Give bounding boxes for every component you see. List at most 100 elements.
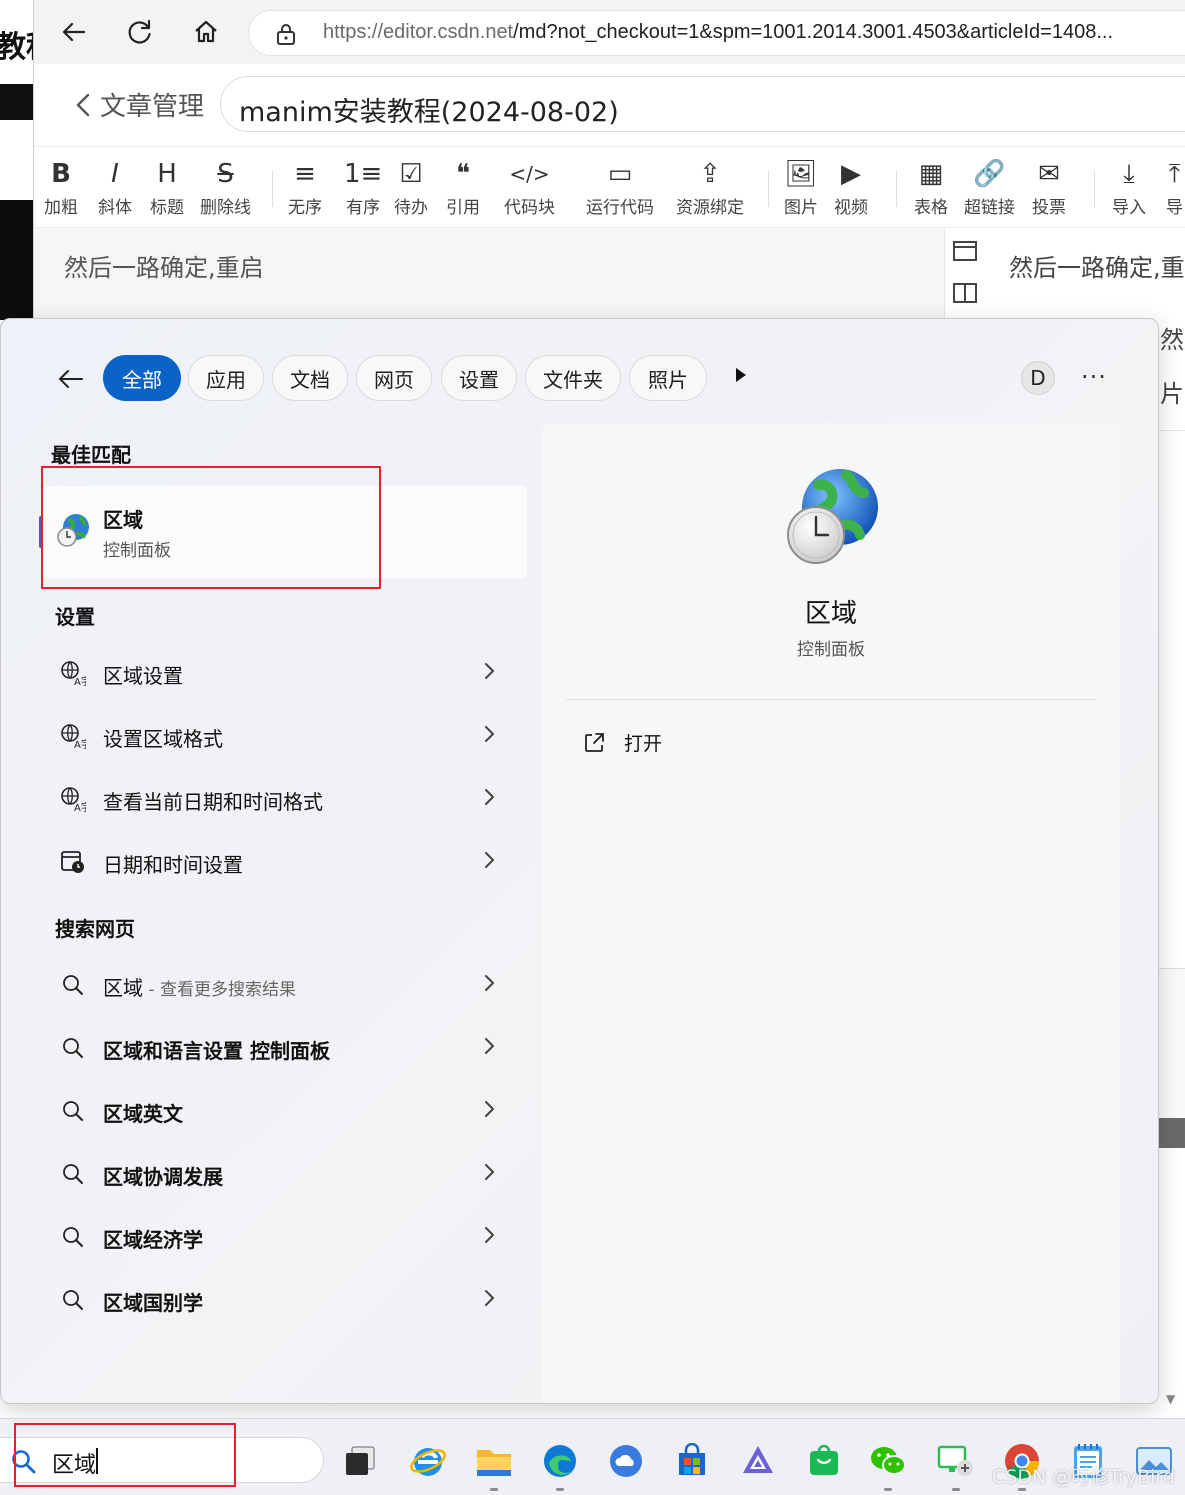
toolbar-button[interactable]: ⤒ 导	[1166, 157, 1183, 219]
web-search-result[interactable]: 区域英文	[43, 1083, 527, 1139]
filter-chip[interactable]: 设置	[441, 355, 517, 401]
toolbar-label: 加粗	[44, 198, 78, 218]
toolbar-label: 斜体	[98, 198, 132, 218]
back-arrow-icon[interactable]	[56, 14, 92, 50]
web-search-result[interactable]: 区域和语言设置 控制面板	[43, 1020, 527, 1076]
settings-result-label: 查看当前日期和时间格式	[103, 790, 323, 814]
url-text: https://editor.csdn.net/md?not_checkout=…	[323, 21, 1113, 44]
scroll-down-icon[interactable]: ▼	[1166, 1392, 1175, 1406]
chevron-right-icon	[483, 724, 495, 749]
toolbar-button[interactable]: 🔗 超链接	[964, 157, 1015, 218]
home-icon[interactable]	[188, 14, 224, 50]
open-external-icon	[585, 732, 604, 752]
filter-chip[interactable]: 文件夹	[525, 355, 621, 401]
toolbar-button[interactable]: ▭ 运行代码	[586, 157, 654, 218]
toolbar-icon: ▦	[918, 159, 944, 189]
filter-chip[interactable]: 应用	[188, 355, 264, 401]
settings-result[interactable]: A字 设置区域格式	[43, 708, 527, 764]
lock-icon[interactable]	[275, 22, 297, 50]
vs-icon[interactable]	[738, 1441, 778, 1481]
toolbar-button[interactable]: ▦ 表格	[914, 157, 948, 218]
toolbar-button[interactable]: ✉ 投票	[1032, 157, 1066, 218]
settings-result[interactable]: A字 区域设置	[43, 645, 527, 701]
search-icon	[59, 1223, 87, 1251]
toolbar-button[interactable]: </> 代码块	[504, 157, 555, 218]
detail-divider	[566, 699, 1096, 700]
single-column-icon[interactable]	[953, 240, 977, 262]
chevron-right-icon	[483, 973, 495, 998]
article-management-link[interactable]: 文章管理	[74, 86, 204, 123]
filter-chip[interactable]: 照片	[629, 355, 707, 401]
toolbar-label: 标题	[150, 198, 184, 218]
editor-content[interactable]: 然后一路确定,重启	[34, 228, 944, 320]
remote-icon[interactable]	[936, 1441, 976, 1491]
ie-icon[interactable]	[408, 1441, 448, 1481]
web-search-result[interactable]: 区域国别学	[43, 1272, 527, 1328]
user-avatar[interactable]: D	[1021, 361, 1055, 395]
url-path: /md?not_checkout=1&spm=1001.2014.3001.45…	[513, 21, 1114, 43]
background-window-left: 教程	[0, 0, 34, 320]
article-title-text: manim安装教程(2024-08-02)	[239, 97, 619, 128]
toolbar-icon: ✉	[1038, 159, 1060, 189]
background-text-fragment-1: 然后一路确定,重	[1160, 326, 1185, 354]
web-result-label: 区域国别学	[103, 1291, 203, 1315]
settings-result[interactable]: A字 查看当前日期和时间格式	[43, 771, 527, 827]
running-indicator	[884, 1488, 892, 1491]
preview-pane: 然后一路确定,重	[944, 228, 1185, 320]
open-action[interactable]: 打开	[582, 729, 662, 756]
article-management-label: 文章管理	[100, 92, 205, 122]
toolbar-button[interactable]: 1≡ 有序	[344, 157, 382, 218]
wechat-icon[interactable]	[868, 1441, 908, 1491]
filter-chip[interactable]: 全部	[103, 355, 181, 401]
toolbar-icon: 🔗	[973, 159, 1006, 189]
toolbar-icon: ≡	[294, 159, 316, 189]
task-view-icon[interactable]	[340, 1441, 380, 1481]
toolbar-button[interactable]: I 斜体	[98, 157, 132, 218]
cloud-icon[interactable]	[606, 1441, 646, 1481]
search-back-icon[interactable]	[53, 361, 89, 397]
start-search-panel: 全部应用文档网页设置文件夹照片 D ··· 最佳匹配 区域 控制面板 设置 A字…	[0, 318, 1159, 1404]
settings-result-label: 设置区域格式	[103, 727, 223, 751]
web-search-result[interactable]: 区域 - 查看更多搜索结果	[43, 957, 527, 1013]
background-dark-bar	[1158, 1118, 1185, 1148]
background-dark-block	[0, 84, 33, 120]
toolbar-button[interactable]: ≡ 无序	[288, 157, 322, 218]
region-globe-icon-large	[782, 467, 882, 571]
edge-icon[interactable]	[540, 1441, 580, 1491]
toolbar-button[interactable]: H 标题	[150, 157, 184, 218]
store-icon[interactable]	[672, 1441, 712, 1481]
settings-result[interactable]: 日期和时间设置	[43, 834, 527, 890]
address-bar[interactable]: https://editor.csdn.net/md?not_checkout=…	[248, 10, 1185, 56]
toolbar-button[interactable]: B 加粗	[44, 157, 78, 218]
toolbar-button[interactable]: ⤓ 导入	[1112, 157, 1146, 219]
split-view-icon[interactable]	[953, 282, 977, 304]
reload-icon[interactable]	[122, 14, 158, 50]
toolbar-button[interactable]: ⇪ 资源绑定	[676, 157, 744, 218]
file-explorer-icon[interactable]	[474, 1441, 514, 1491]
more-filters-icon[interactable]	[734, 366, 748, 388]
web-search-result[interactable]: 区域协调发展	[43, 1146, 527, 1202]
result-detail-pane: 区域 控制面板 打开	[542, 423, 1120, 1403]
search-icon	[59, 1286, 87, 1314]
csdn-watermark: CSDN @时修TryBird	[992, 1466, 1175, 1488]
toolbar-button[interactable]: ☑ 待办	[394, 157, 428, 218]
toolbar-button[interactable]: 🖼 图片	[784, 157, 818, 218]
web-result-label: 区域和语言设置 控制面板	[103, 1039, 330, 1063]
filter-chip[interactable]: 网页	[356, 355, 432, 401]
web-search-result[interactable]: 区域经济学	[43, 1209, 527, 1265]
toolbar-icon: ⤓	[1123, 158, 1135, 189]
toolbar-icon: ❝	[456, 159, 470, 189]
toolbar-icon: 1≡	[344, 159, 383, 189]
chevron-right-icon	[483, 850, 495, 875]
web-result-query: 区域	[103, 976, 143, 1000]
filter-chip[interactable]: 文档	[272, 355, 348, 401]
bag-icon[interactable]	[804, 1441, 844, 1481]
more-options-button[interactable]: ···	[1081, 363, 1107, 391]
best-match-heading: 最佳匹配	[51, 443, 131, 467]
toolbar-button[interactable]: S 删除线	[200, 157, 251, 218]
toolbar-label: 投票	[1032, 198, 1066, 218]
editor-text: 然后一路确定,重启	[64, 254, 264, 282]
toolbar-button[interactable]: ▶ 视频	[834, 157, 868, 218]
toolbar-button[interactable]: ❝ 引用	[446, 157, 480, 218]
article-title-input[interactable]: manim安装教程(2024-08-02)	[220, 76, 1185, 132]
